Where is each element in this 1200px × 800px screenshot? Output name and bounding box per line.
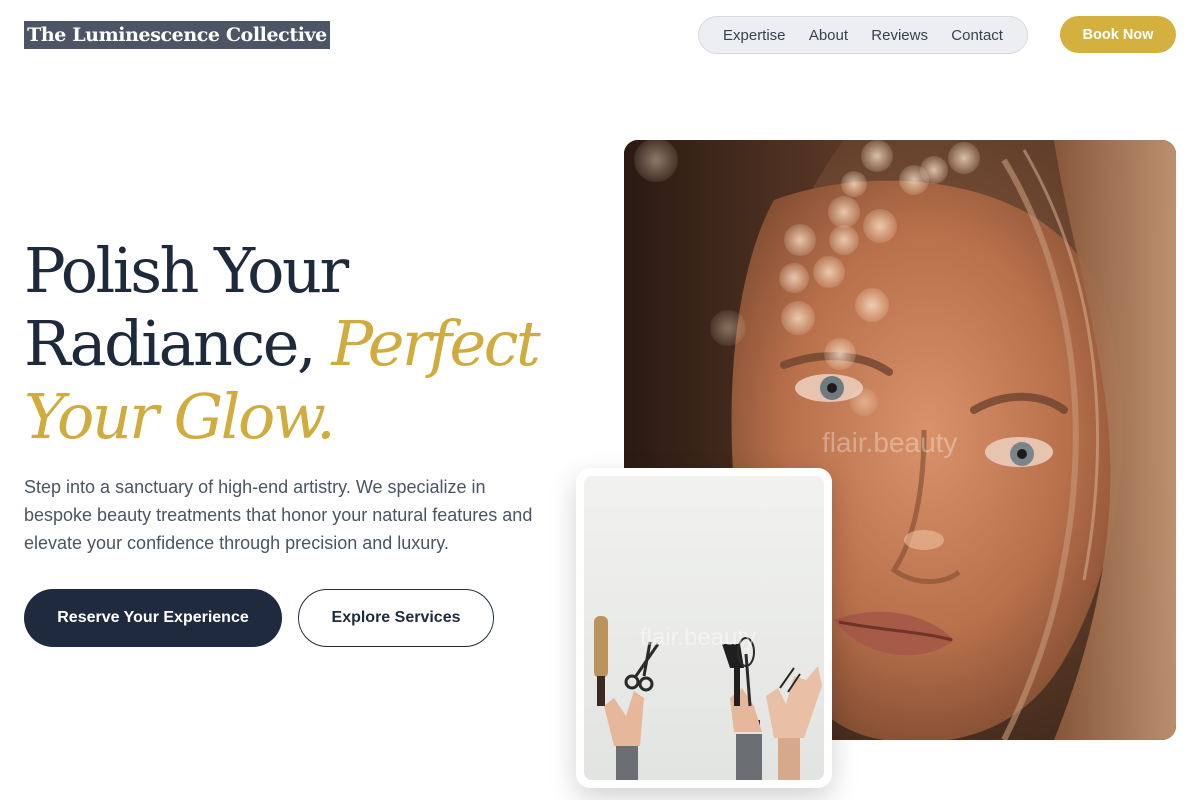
hero-description: Step into a sanctuary of high-end artist… — [24, 477, 533, 553]
tools-image-card: flair.beauty — [576, 468, 832, 788]
headline-accent-2: Your Glow. — [24, 380, 336, 453]
image-watermark: flair.beauty — [822, 427, 958, 458]
headline-accent-1: Perfect — [331, 307, 541, 380]
nav-link-contact[interactable]: Contact — [951, 27, 1003, 44]
headline-line-1: Polish Your — [24, 234, 349, 307]
hero-headline: Polish Your Radiance, Perfect Your Glow. — [24, 234, 604, 453]
headline-line-2: Radiance, — [24, 307, 332, 380]
reserve-experience-button[interactable]: Reserve Your Experience — [24, 589, 282, 647]
image-watermark: flair.beauty — [640, 624, 757, 651]
explore-services-button[interactable]: Explore Services — [298, 589, 494, 647]
nav-link-reviews[interactable]: Reviews — [871, 27, 928, 44]
main-nav: Expertise About Reviews Contact — [698, 16, 1028, 54]
book-now-button[interactable]: Book Now — [1060, 16, 1176, 53]
tools-image: flair.beauty — [584, 476, 824, 780]
brand-logo[interactable]: The Luminescence Collective — [24, 21, 330, 49]
nav-link-about[interactable]: About — [809, 27, 848, 44]
nav-link-expertise[interactable]: Expertise — [723, 27, 786, 44]
